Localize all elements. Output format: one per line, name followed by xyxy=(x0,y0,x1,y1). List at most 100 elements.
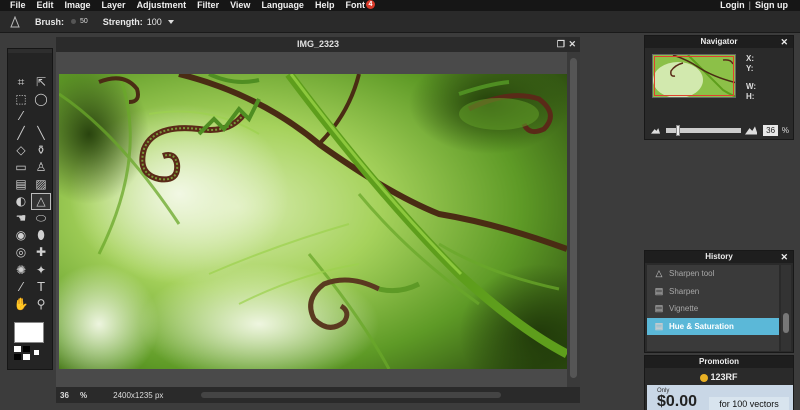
zoom-in-mountain-icon[interactable] xyxy=(744,125,758,135)
chevron-down-icon[interactable] xyxy=(167,19,174,24)
promo-brand[interactable]: 123RF xyxy=(645,372,793,382)
close-icon[interactable]: ✕ xyxy=(780,251,788,263)
fill-icon[interactable]: ⚱ xyxy=(31,141,51,158)
brush-icon[interactable]: ╲ xyxy=(31,124,51,141)
crop-icon[interactable]: ⌗ xyxy=(11,73,31,90)
dodge-icon[interactable]: ◉ xyxy=(11,227,31,244)
smudge-icon[interactable]: ☚ xyxy=(11,210,31,227)
menu-help[interactable]: Help xyxy=(304,0,335,11)
marquee-icon[interactable]: ⬚ xyxy=(11,90,31,107)
menu-adjustment[interactable]: Adjustment xyxy=(126,0,187,11)
navigator-titlebar[interactable]: Navigator ✕ xyxy=(645,36,793,48)
sharpen-tool-icon: △ xyxy=(655,268,663,278)
brush-size: 50 xyxy=(80,18,88,25)
lasso-icon[interactable]: ◯ xyxy=(31,90,51,107)
mini-fg-swatch xyxy=(14,346,21,352)
eraser-icon[interactable]: ◇ xyxy=(11,141,31,158)
history-item[interactable]: ▤ Sharpen xyxy=(647,283,779,300)
app-window: File Edit Image Layer Adjustment Filter … xyxy=(0,0,800,410)
viewport-indicator[interactable] xyxy=(654,56,734,96)
menu-filter[interactable]: Filter xyxy=(186,0,219,11)
tool-options-bar: Brush: 50 Strength: 100 xyxy=(0,11,800,33)
y-label: Y: xyxy=(746,64,754,73)
color-replace-icon[interactable]: ▤ xyxy=(11,176,31,193)
document-titlebar[interactable]: IMG_2323 ❐ ✕ xyxy=(56,37,580,52)
bloat-icon[interactable]: ✺ xyxy=(11,261,31,278)
tools-panel: ⌗ ⇱ ⬚ ◯ ⁄ ╱ ╲ ◇ ⚱ ▭ ♙ ▤ ▨ ◐ △ ☚ ⬭ ◉ ⬮ ◎ ✚ ✺ ✦ ⁄ T ✋ ⚲ xyxy=(7,48,53,370)
login-link[interactable]: Login xyxy=(720,0,745,11)
slider-knob[interactable] xyxy=(676,124,681,136)
menu-font[interactable]: Font 4 xyxy=(334,0,375,11)
sharpen-icon[interactable]: △ xyxy=(31,192,51,210)
menu-layer[interactable]: Layer xyxy=(91,0,126,11)
history-panel: History ✕ △ Sharpen tool ▤ Sharpen ▤ Vignette… xyxy=(644,250,794,353)
brush-label: Brush: xyxy=(35,16,64,27)
zoom-out-mountain-icon[interactable] xyxy=(651,126,661,134)
menu-view[interactable]: View xyxy=(219,0,250,11)
drawing-icon[interactable]: ▨ xyxy=(31,176,51,193)
picker-icon[interactable]: ⁄ xyxy=(11,278,31,295)
history-item[interactable]: ▤ Vignette xyxy=(647,300,779,317)
burn-icon[interactable]: ⬮ xyxy=(31,227,51,244)
hand-icon[interactable]: ✋ xyxy=(11,295,31,312)
sponge-icon[interactable]: ⬭ xyxy=(31,210,51,227)
signup-link[interactable]: Sign up xyxy=(755,0,788,11)
history-item-label: Sharpen tool xyxy=(669,269,715,278)
move-icon[interactable]: ⇱ xyxy=(31,73,51,90)
history-titlebar[interactable]: History ✕ xyxy=(645,251,793,263)
history-item[interactable]: △ Sharpen tool xyxy=(647,265,779,282)
navigator-zoom-unit: % xyxy=(781,125,789,135)
canvas-image[interactable] xyxy=(59,74,567,369)
pinch-icon[interactable]: ✦ xyxy=(31,261,51,278)
horizontal-scrollbar[interactable] xyxy=(201,392,501,398)
promo-ad-banner[interactable]: Only $0.00 for 100 vectors xyxy=(647,385,793,410)
history-item[interactable]: ▤ Hue & Saturation xyxy=(647,317,779,335)
w-label: W: xyxy=(746,82,757,91)
menu-language[interactable]: Language xyxy=(250,0,304,11)
filter-icon: ▤ xyxy=(654,285,664,296)
blur-icon[interactable]: ◐ xyxy=(11,193,31,210)
h-label: H: xyxy=(746,92,755,101)
pencil-icon[interactable]: ╱ xyxy=(11,124,31,141)
foreground-color-swatch[interactable] xyxy=(14,322,44,343)
menu-edit[interactable]: Edit xyxy=(26,0,54,11)
close-icon[interactable]: ✕ xyxy=(780,36,788,48)
gradient-icon[interactable]: ▭ xyxy=(11,158,31,175)
brush-preview[interactable] xyxy=(71,19,76,24)
menu-image[interactable]: Image xyxy=(54,0,91,11)
wand-icon[interactable]: ⁄ xyxy=(11,107,31,124)
history-scrollbar[interactable] xyxy=(781,265,791,351)
zoom-slider[interactable] xyxy=(666,124,741,136)
navigator-thumbnail[interactable] xyxy=(652,54,736,98)
navigator-zoom-input[interactable]: 36 xyxy=(763,124,778,136)
scrollbar-thumb[interactable] xyxy=(783,313,789,333)
red-eye-icon[interactable]: ◎ xyxy=(11,244,31,261)
scrollbar-thumb[interactable] xyxy=(570,58,577,378)
vertical-scrollbar[interactable] xyxy=(567,52,580,387)
menu-font-label: Font xyxy=(345,0,365,10)
spot-heal-icon[interactable]: ✚ xyxy=(31,244,51,261)
type-icon[interactable]: T xyxy=(31,278,51,295)
restore-icon[interactable]: ❐ xyxy=(557,37,565,52)
menu-file[interactable]: File xyxy=(0,0,26,11)
stamp-icon[interactable]: ♙ xyxy=(31,158,51,175)
mini-fg-swatch xyxy=(23,354,30,360)
ad-offer: for 100 vectors xyxy=(709,397,789,410)
brand-logo-icon xyxy=(700,373,709,382)
panel-grip[interactable] xyxy=(8,49,52,53)
filter-icon: ▤ xyxy=(654,303,664,313)
image-dimensions: 2400x1235 px xyxy=(113,390,164,400)
zoom-input[interactable]: 36 xyxy=(60,391,74,400)
sharpen-tool-icon xyxy=(10,15,20,27)
promotion-panel: Promotion 123RF Only $0.00 for 100 vecto… xyxy=(644,355,794,410)
zoom-icon[interactable]: ⚲ xyxy=(31,295,51,312)
promotion-title: Promotion xyxy=(699,357,739,366)
color-swap-controls[interactable] xyxy=(14,346,44,362)
history-list: △ Sharpen tool ▤ Sharpen ▤ Vignette ▤ Hue & Sat… xyxy=(647,265,779,351)
swap-colors-icon xyxy=(34,350,39,355)
strength-value[interactable]: 100 xyxy=(147,17,162,27)
canvas-area[interactable] xyxy=(56,52,580,387)
menubar: File Edit Image Layer Adjustment Filter … xyxy=(0,0,800,11)
close-icon[interactable]: ✕ xyxy=(568,37,576,52)
navigator-title: Navigator xyxy=(700,37,738,46)
